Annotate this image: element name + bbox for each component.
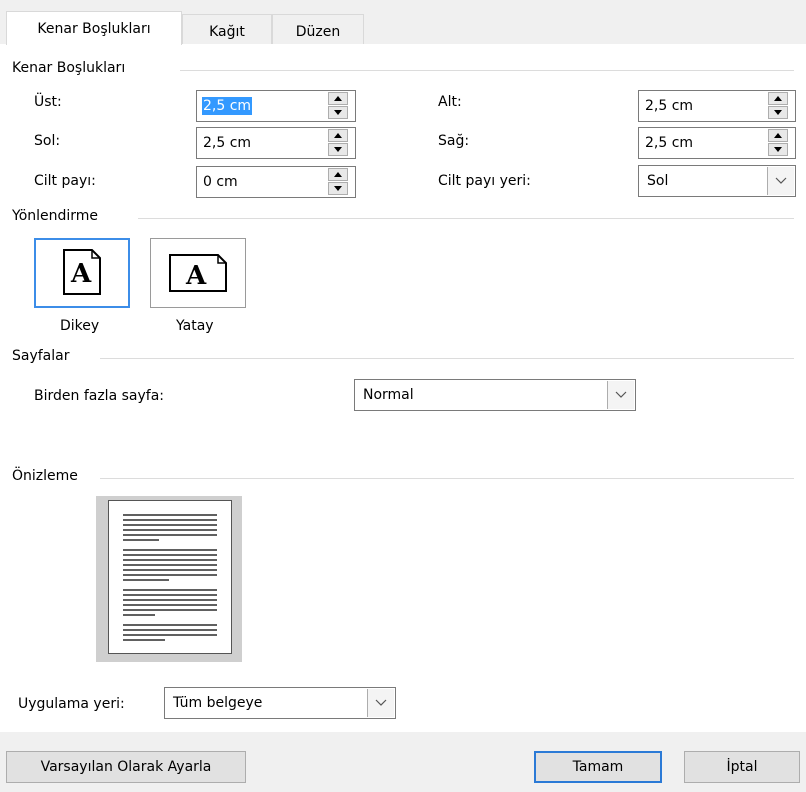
bottom-margin-increase-button[interactable]: [768, 92, 788, 105]
ok-button[interactable]: Tamam: [534, 751, 662, 783]
margins-group-title: Kenar Boşlukları: [12, 60, 132, 76]
gutter-decrease-button[interactable]: [328, 182, 348, 195]
left-margin-spinner[interactable]: 2,5 cm: [196, 127, 356, 159]
gutter-increase-button[interactable]: [328, 168, 348, 181]
tab-layout[interactable]: Düzen: [272, 14, 364, 44]
preview-page: [108, 500, 232, 654]
apply-to-select[interactable]: Tüm belgeye: [164, 687, 396, 719]
left-margin-increase-button[interactable]: [328, 129, 348, 142]
set-as-default-label: Varsayılan Olarak Ayarla: [40, 759, 212, 775]
cancel-label: İptal: [726, 759, 758, 775]
bottom-margin-decrease-button[interactable]: [768, 106, 788, 119]
chevron-down-icon: [775, 177, 787, 184]
bottom-margin-stepper: [764, 92, 794, 120]
gutter-position-label: Cilt payı yeri:: [438, 173, 531, 189]
gutter-spinner[interactable]: 0 cm: [196, 166, 356, 198]
portrait-button[interactable]: A: [34, 238, 130, 308]
apply-to-dropdown-button[interactable]: [367, 689, 394, 717]
tab-paper-label: Kağıt: [209, 24, 245, 40]
orientation-group-line: [138, 218, 794, 219]
multiple-pages-label: Birden fazla sayfa:: [34, 388, 164, 404]
pages-group-title: Sayfalar: [12, 348, 76, 364]
gutter-position-select[interactable]: Sol: [638, 165, 796, 197]
arrow-down-icon: [334, 147, 342, 152]
arrow-up-icon: [334, 133, 342, 138]
tab-paper[interactable]: Kağıt: [182, 14, 272, 44]
right-margin-increase-button[interactable]: [768, 129, 788, 142]
top-margin-increase-button[interactable]: [328, 92, 348, 105]
landscape-label: Yatay: [176, 318, 214, 334]
arrow-up-icon: [334, 172, 342, 177]
landscape-page-icon: A: [169, 254, 227, 292]
portrait-page-icon: A: [63, 249, 101, 295]
multiple-pages-dropdown-button[interactable]: [607, 381, 634, 409]
svg-text:A: A: [185, 261, 207, 291]
gutter-stepper: [324, 168, 354, 196]
left-margin-label: Sol:: [34, 133, 61, 149]
margins-group-line: [180, 70, 794, 71]
bottom-margin-spinner[interactable]: 2,5 cm: [638, 90, 796, 122]
right-margin-decrease-button[interactable]: [768, 143, 788, 156]
top-margin-stepper: [324, 92, 354, 120]
chevron-down-icon: [375, 699, 387, 706]
tab-margins-label: Kenar Boşlukları: [37, 21, 151, 37]
top-margin-label: Üst:: [34, 94, 62, 110]
multiple-pages-select[interactable]: Normal: [354, 379, 636, 411]
top-margin-spinner[interactable]: 2,5 cm: [196, 90, 356, 122]
bottom-margin-label: Alt:: [438, 94, 462, 110]
arrow-down-icon: [334, 110, 342, 115]
gutter-label: Cilt payı:: [34, 173, 96, 189]
landscape-button[interactable]: A: [150, 238, 246, 308]
tab-layout-label: Düzen: [295, 24, 341, 40]
set-as-default-button[interactable]: Varsayılan Olarak Ayarla: [6, 751, 246, 783]
ok-label: Tamam: [572, 759, 624, 775]
svg-text:A: A: [70, 259, 92, 289]
top-margin-decrease-button[interactable]: [328, 106, 348, 119]
left-margin-value[interactable]: 2,5 cm: [203, 128, 251, 158]
right-margin-label: Sağ:: [438, 133, 470, 149]
multiple-pages-value: Normal: [363, 387, 414, 403]
left-margin-decrease-button[interactable]: [328, 143, 348, 156]
chevron-down-icon: [615, 391, 627, 398]
right-margin-value[interactable]: 2,5 cm: [645, 128, 693, 158]
preview-group-title: Önizleme: [12, 468, 84, 484]
arrow-up-icon: [334, 96, 342, 101]
pages-group-line: [100, 358, 794, 359]
right-margin-stepper: [764, 129, 794, 157]
arrow-up-icon: [774, 133, 782, 138]
arrow-up-icon: [774, 96, 782, 101]
left-margin-stepper: [324, 129, 354, 157]
orientation-group-title: Yönlendirme: [12, 208, 105, 224]
arrow-down-icon: [334, 186, 342, 191]
apply-to-value: Tüm belgeye: [173, 695, 263, 711]
portrait-label: Dikey: [60, 318, 100, 334]
bottom-margin-value[interactable]: 2,5 cm: [645, 91, 693, 121]
cancel-button[interactable]: İptal: [684, 751, 800, 783]
gutter-value[interactable]: 0 cm: [203, 167, 238, 197]
preview-text-lines: [123, 514, 217, 641]
preview-group-line: [100, 478, 794, 479]
right-margin-spinner[interactable]: 2,5 cm: [638, 127, 796, 159]
apply-to-label: Uygulama yeri:: [18, 696, 125, 712]
top-margin-value[interactable]: 2,5 cm: [202, 97, 253, 115]
gutter-position-value: Sol: [647, 173, 669, 189]
gutter-position-dropdown-button[interactable]: [767, 167, 794, 195]
tab-margins[interactable]: Kenar Boşlukları: [6, 11, 182, 45]
arrow-down-icon: [774, 110, 782, 115]
arrow-down-icon: [774, 147, 782, 152]
